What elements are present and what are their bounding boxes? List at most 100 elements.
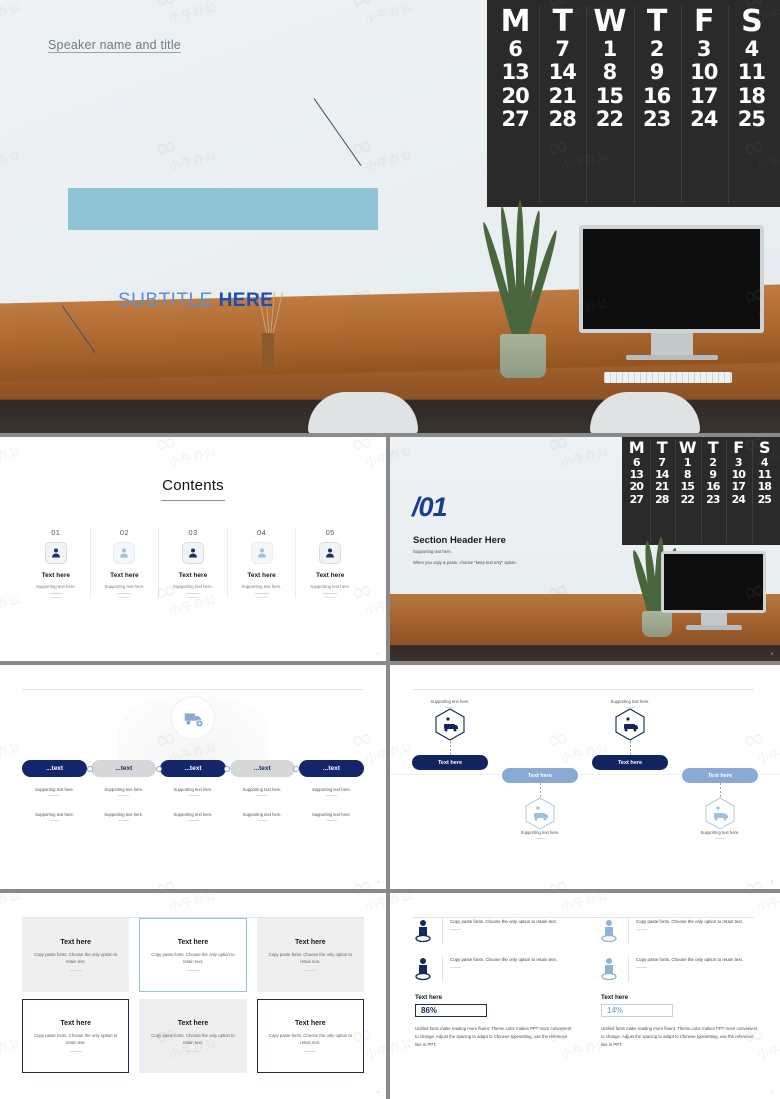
divider [325,820,337,821]
slide-number: 6 [376,1089,379,1094]
calendar-date: 8 [602,60,618,85]
divider [323,593,338,594]
chair [590,392,700,433]
timeline-pill[interactable]: Text here [502,768,578,783]
content-card[interactable]: Text here Copy paste fonts. Choose the on… [139,999,247,1073]
process-pill[interactable]: ...text [298,760,365,777]
divider [304,1051,317,1053]
divider [450,929,461,931]
stats-item-text: Copy paste fonts. Choose the only option… [636,957,743,962]
stats-item: Copy paste fonts. Choose the only option… [598,918,758,944]
user-icon[interactable] [44,542,67,564]
slide-card-grid[interactable]: Text here Copy paste fonts. Choose the on… [0,893,386,1099]
content-card[interactable]: Text here Copy paste fonts. Choose the on… [22,999,130,1073]
slide-stats[interactable]: Copy paste fonts. Choose the only option… [390,893,780,1099]
process-support-col: Supporting text here. [91,787,156,796]
process-pill[interactable]: ...text [229,760,295,777]
stats-item-body: Copy paste fonts. Choose the only option… [442,918,572,944]
divider [256,597,267,598]
user-search-icon[interactable] [319,542,342,564]
connector-line [719,783,721,797]
support-text: Supporting text here. [242,787,282,792]
slide-contents[interactable]: Contents 01 Text here Supporting text here… [0,437,386,661]
stats-column-left: Copy paste fonts. Choose the only option… [412,918,572,1049]
slide-hex-timeline[interactable]: Supporting text here. Text here Text here… [390,665,780,889]
slide-number: 7 [770,1089,773,1094]
calendar-date: 23 [706,492,720,506]
calendar-column: W 1 8 15 22 [676,439,702,543]
contents-item-number: 01 [51,528,61,537]
hex-car-icon[interactable] [435,708,465,741]
stats-value-box[interactable]: 14% [601,1004,673,1017]
section-header-title: Section Header Here [413,535,506,546]
person-pin-icon [412,918,434,944]
slide-number: 2 [376,651,379,656]
process-support-col: Supporting text here. [230,812,295,821]
contents-item-number: 02 [119,528,129,537]
slide-section-header[interactable]: M 6 13 20 27 T 7 14 21 28 W 1 8 15 22 T 2 9 16 23 F 3 10 17 24 S 4… [390,437,780,661]
slide-number: 4 [376,879,379,884]
content-card[interactable]: Text here Copy paste fonts. Choose the on… [22,918,130,992]
timeline-node[interactable]: Supporting text here. Text here [412,699,488,770]
process-support-col: Supporting text here. [230,787,295,796]
timeline-pill[interactable]: Text here [592,755,668,770]
timeline-node[interactable]: Text here Supporting text here. [502,768,578,839]
divider [185,593,200,594]
calendar-date: 28 [655,492,669,506]
card-title: Text here [295,938,326,946]
hex-car-icon[interactable] [525,797,555,830]
process-support-col: Supporting text here. [299,787,364,796]
timeline-node[interactable]: Text here Supporting text here. [682,768,758,839]
divider [325,597,336,598]
calendar-date: 17 [690,83,718,108]
content-card[interactable]: Text here Copy paste fonts. Choose the on… [256,918,364,992]
card-body: Copy paste fonts. Choose the only option… [151,951,235,964]
subtitle-text: SUBTITLE HERE [118,290,273,312]
timeline-pill[interactable]: Text here [412,755,488,770]
process-support-col: Supporting text here. [22,812,87,821]
process-pill[interactable]: ...text [91,760,157,777]
contents-item[interactable]: 01 Text here Supporting text here. [22,528,91,598]
content-card[interactable]: Text here Copy paste fonts. Choose the on… [139,918,247,992]
card-title: Text here [60,938,91,946]
calendar-date: 21 [655,480,669,494]
contents-item-support: Supporting text here. [173,584,213,589]
calendar-date: 15 [595,83,624,108]
calendar-date: 11 [737,60,766,85]
support-text: Supporting text here. [35,812,75,817]
slide-process[interactable]: ...text ...text ...text ...text ...text Supp… [0,665,386,889]
user-question-icon[interactable] [250,542,273,564]
process-pill[interactable]: ...text [22,760,88,777]
calendar-column: T 2 9 16 23 [635,6,682,203]
slide-title[interactable]: M 6 13 20 27 T 7 14 21 28 W 1 8 15 22 T 2 9 16 23 F 3 10 17 24 S 4… [0,0,780,433]
potted-plant [479,200,560,378]
calendar-day-header: W [593,4,626,39]
stats-value-box[interactable]: 86% [415,1004,487,1017]
card-body: Copy paste fonts. Choose the only option… [268,951,353,964]
calendar-day-header: T [707,438,719,457]
user-check-icon[interactable] [181,542,204,564]
calendar-date: 18 [737,83,766,108]
content-card[interactable]: Text here Copy paste fonts. Choose the on… [256,999,364,1073]
reed-diffuser-bottle [262,333,274,367]
contents-item[interactable]: 04 Text here Supporting text here. [228,528,297,598]
process-text-row-2: Supporting text here. Supporting text her… [22,812,364,821]
calendar-day-header: T [656,438,668,457]
timeline-node[interactable]: Supporting text here. Text here [592,699,668,770]
contents-item[interactable]: 02 Text here Supporting text here. [91,528,160,598]
timeline-pill[interactable]: Text here [682,768,758,783]
user-hand-icon[interactable] [113,542,136,564]
hex-car-icon[interactable] [615,708,645,741]
hex-car-icon[interactable] [705,797,735,830]
wall-calendar: M 6 13 20 27 T 7 14 21 28 W 1 8 15 22 T 2 9 16 23 F 3 10 17 24 S 4… [622,437,780,545]
stats-item-body: Copy paste fonts. Choose the only option… [442,956,572,982]
timeline-nodes: Supporting text here. Text here Text here… [412,687,758,867]
template-preview-page: M 6 13 20 27 T 7 14 21 28 W 1 8 15 22 T 2 9 16 23 F 3 10 17 24 S 4… [0,0,780,1099]
contents-item[interactable]: 03 Text here Supporting text here. [159,528,228,598]
process-pill[interactable]: ...text [160,760,226,777]
contents-item[interactable]: 05 Text here Supporting text here. [296,528,364,598]
contents-item-support: Supporting text here. [35,584,76,589]
calendar-date: 14 [548,60,577,85]
calendar-date: 21 [548,83,577,108]
support-text: Supporting text here. [104,812,144,817]
